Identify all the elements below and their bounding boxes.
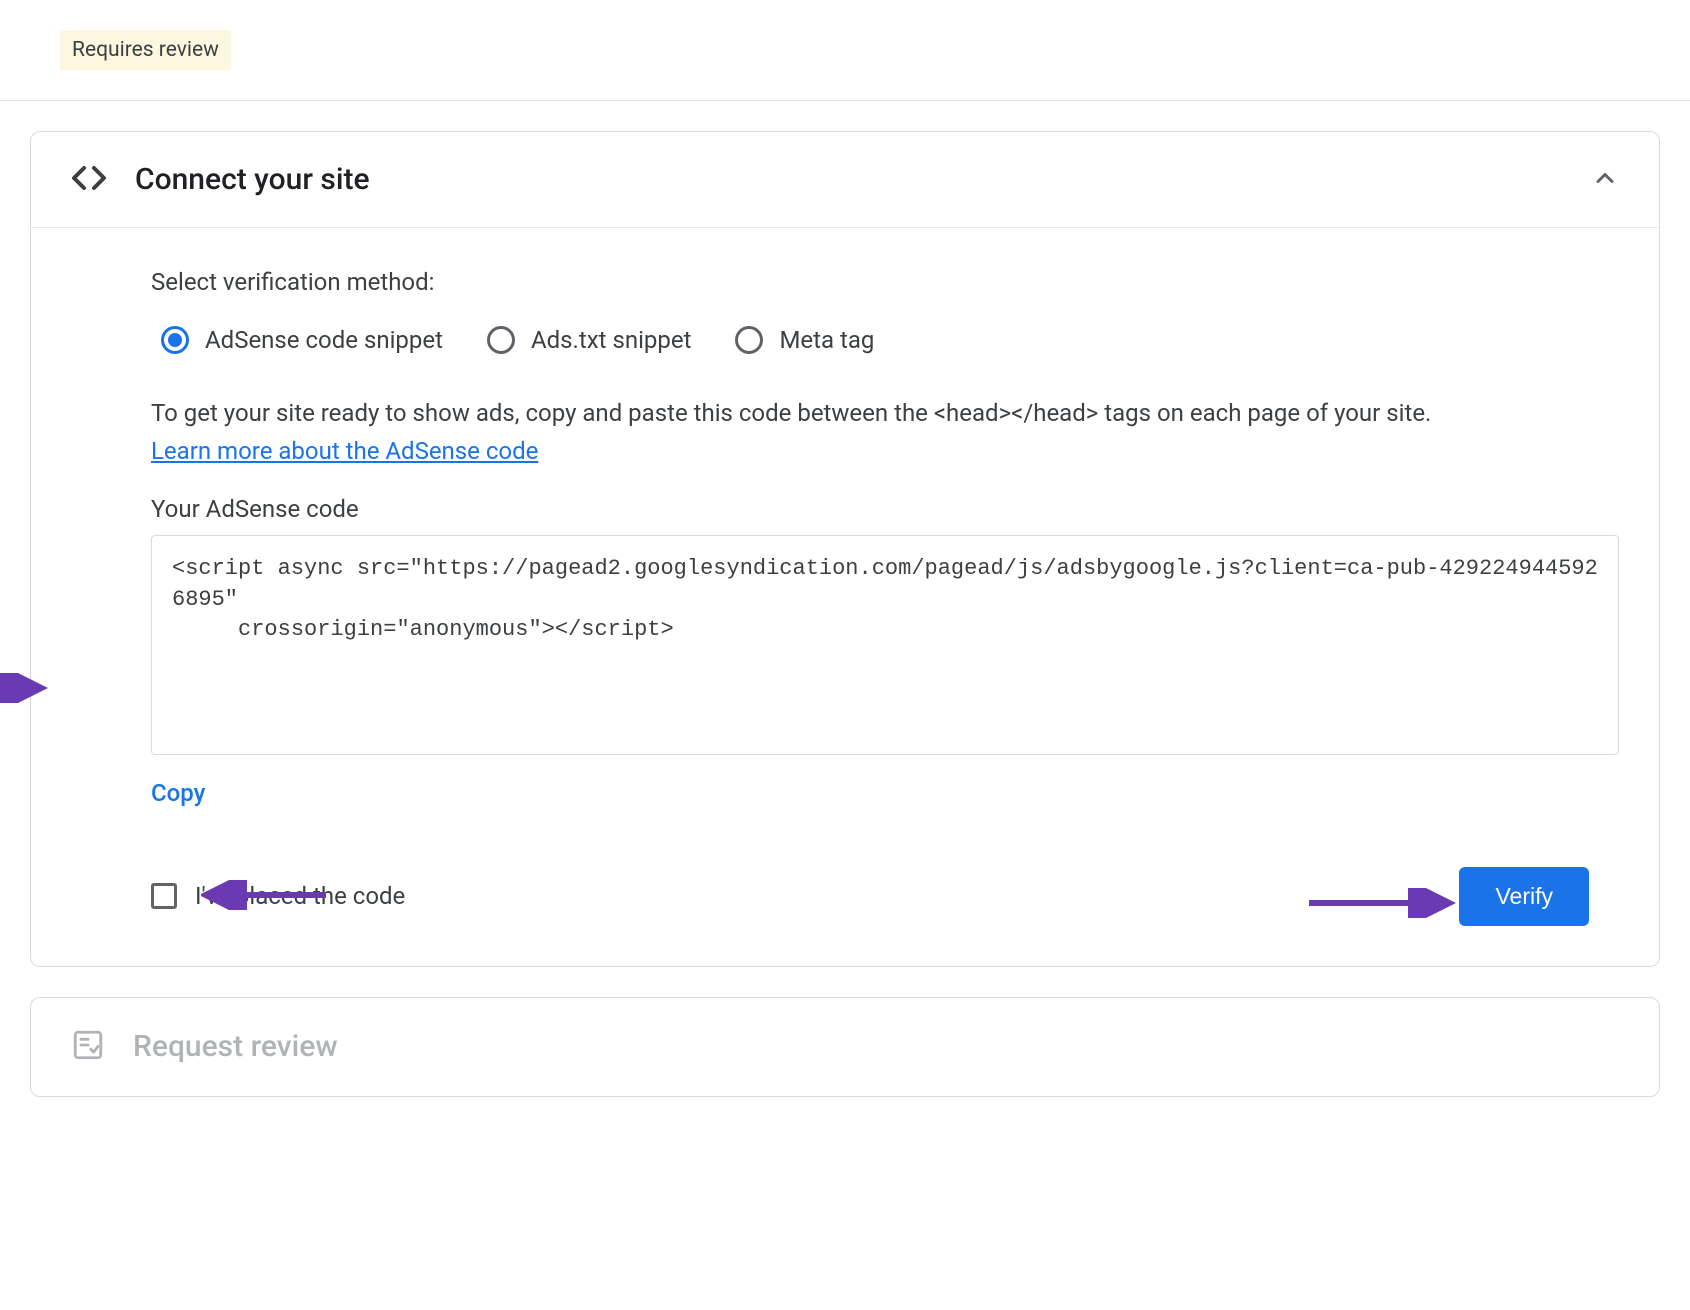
checkbox-label: I've placed the code [195, 882, 405, 910]
learn-more-link[interactable]: Learn more about the AdSense code [151, 437, 538, 465]
verification-method-label: Select verification method: [151, 268, 1619, 296]
copy-button[interactable]: Copy [151, 779, 205, 807]
status-badge: Requires review [60, 30, 231, 70]
divider [0, 100, 1690, 101]
request-review-panel: Request review [30, 997, 1660, 1097]
checklist-icon [71, 1028, 105, 1066]
placed-code-checkbox[interactable]: I've placed the code [151, 882, 405, 910]
instructions-prefix: To get your site ready to show ads, copy… [151, 399, 1431, 427]
radio-label: Ads.txt snippet [531, 326, 691, 354]
panel-header[interactable]: Connect your site [31, 132, 1659, 228]
annotation-arrow-left [0, 673, 51, 703]
panel-header[interactable]: Request review [31, 998, 1659, 1096]
bottom-row: I've placed the code Verify [151, 867, 1619, 926]
radio-label: AdSense code snippet [205, 326, 443, 354]
chevron-up-icon[interactable] [1591, 164, 1619, 196]
radio-adsense-code[interactable]: AdSense code snippet [161, 326, 443, 354]
checkbox-icon [151, 883, 177, 909]
instructions-text: To get your site ready to show ads, copy… [151, 394, 1451, 471]
radio-meta-tag[interactable]: Meta tag [735, 326, 874, 354]
radio-label: Meta tag [779, 326, 874, 354]
code-label: Your AdSense code [151, 495, 1619, 523]
radio-ads-txt[interactable]: Ads.txt snippet [487, 326, 691, 354]
panel-body: Select verification method: AdSense code… [31, 228, 1659, 966]
radio-icon [487, 326, 515, 354]
radio-icon [161, 326, 189, 354]
panel-title: Request review [133, 1029, 1619, 1064]
adsense-code-box[interactable]: <script async src="https://pagead2.googl… [151, 535, 1619, 755]
code-icon [71, 165, 107, 195]
panel-title: Connect your site [135, 162, 1563, 197]
verification-method-radio-group: AdSense code snippet Ads.txt snippet Met… [161, 326, 1619, 354]
verify-button[interactable]: Verify [1459, 867, 1589, 926]
connect-site-panel: Connect your site Select verification me… [30, 131, 1660, 967]
radio-icon [735, 326, 763, 354]
